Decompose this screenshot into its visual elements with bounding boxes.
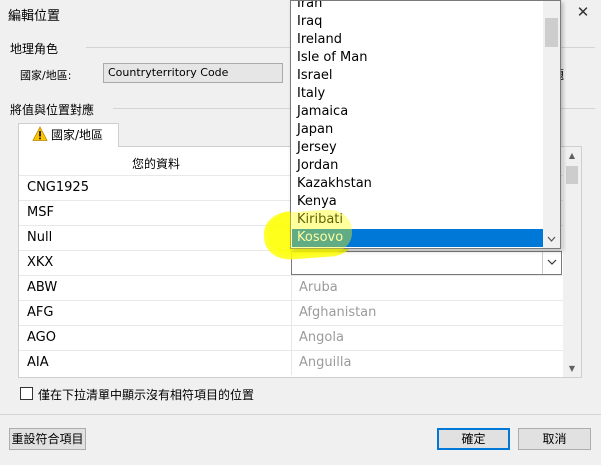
column-divider xyxy=(291,351,292,375)
dropdown-item[interactable]: Iran xyxy=(292,1,544,13)
ok-button[interactable]: 確定 xyxy=(437,428,510,450)
footer-divider xyxy=(0,414,601,415)
geo-field-label: 國家/地區: xyxy=(20,69,72,82)
data-value-cell: MSF xyxy=(27,205,54,220)
dropdown-item[interactable]: Japan xyxy=(292,121,544,139)
table-row[interactable]: XKX xyxy=(19,250,563,275)
close-button[interactable]: ✕ xyxy=(571,2,595,22)
dropdown-item[interactable]: Iraq xyxy=(292,13,544,31)
table-scrollbar[interactable]: ▲ ▼ xyxy=(563,147,581,377)
location-cell[interactable]: Afghanistan xyxy=(299,305,376,320)
scrollbar-thumb[interactable] xyxy=(545,18,558,47)
table-row[interactable]: AGO Angola xyxy=(19,325,563,350)
dropdown-item-selected[interactable]: Kosovo xyxy=(292,229,544,247)
location-cell[interactable]: Anguilla xyxy=(299,355,351,370)
column-divider xyxy=(291,276,292,300)
table-row[interactable]: ABW Aruba xyxy=(19,275,563,300)
dropdown-item[interactable]: Italy xyxy=(292,85,544,103)
location-cell[interactable]: Aruba xyxy=(299,280,338,295)
data-value-cell: XKX xyxy=(27,255,54,270)
dropdown-item[interactable]: Jordan xyxy=(292,157,544,175)
cancel-button[interactable]: 取消 xyxy=(518,428,591,450)
scrollbar-thumb[interactable] xyxy=(566,166,578,184)
column-header-your-data: 您的資料 xyxy=(132,157,181,171)
tab-country-region[interactable]: 國家/地區 xyxy=(18,123,119,147)
dropdown-item[interactable]: Kiribati xyxy=(292,211,544,229)
country-dropdown-list[interactable]: Iran Iraq Ireland Isle of Man Israel Ita… xyxy=(290,0,561,249)
dropdown-item[interactable]: Ireland xyxy=(292,31,544,49)
scroll-up-arrow-icon[interactable]: ▲ xyxy=(563,147,581,164)
data-value-cell: AIA xyxy=(27,355,49,370)
location-combobox[interactable] xyxy=(291,251,562,275)
dropdown-item[interactable]: Jersey xyxy=(292,139,544,157)
dropdown-item[interactable]: Jamaica xyxy=(292,103,544,121)
geo-role-section-label: 地理角色 xyxy=(10,40,65,57)
dropdown-item[interactable]: Kazakhstan xyxy=(292,175,544,193)
data-value-cell: Null xyxy=(27,230,53,245)
window-title: 編輯位置 xyxy=(8,9,61,24)
dropdown-item[interactable]: Kenya xyxy=(292,193,544,211)
location-cell[interactable]: Angola xyxy=(299,330,344,345)
geo-role-field[interactable]: Countryterritory Code xyxy=(103,63,283,83)
mapping-section-label: 將值與位置對應 xyxy=(10,101,101,118)
dropdown-item[interactable]: Isle of Man xyxy=(292,49,544,67)
data-value-cell: CNG1925 xyxy=(27,180,89,195)
scroll-down-arrow-icon[interactable] xyxy=(543,231,560,248)
table-row[interactable]: AFG Afghanistan xyxy=(19,300,563,325)
scroll-down-arrow-icon[interactable]: ▼ xyxy=(563,360,581,377)
tab-label: 國家/地區 xyxy=(51,128,104,142)
warning-icon xyxy=(32,126,48,142)
table-row[interactable]: AIA Anguilla xyxy=(19,350,563,375)
dropdown-scrollbar[interactable] xyxy=(543,1,560,248)
reset-matches-button[interactable]: 重設符合項目 xyxy=(9,428,86,450)
column-divider xyxy=(291,301,292,325)
column-divider xyxy=(291,326,292,350)
data-value-cell: AGO xyxy=(27,330,56,345)
unmatched-only-label: 僅在下拉清單中顯示沒有相符項目的位置 xyxy=(38,388,255,402)
chevron-down-icon[interactable] xyxy=(542,252,561,274)
data-value-cell: AFG xyxy=(27,305,54,320)
data-value-cell: ABW xyxy=(27,280,58,295)
unmatched-only-checkbox[interactable] xyxy=(20,387,33,400)
dropdown-item[interactable]: Israel xyxy=(292,67,544,85)
